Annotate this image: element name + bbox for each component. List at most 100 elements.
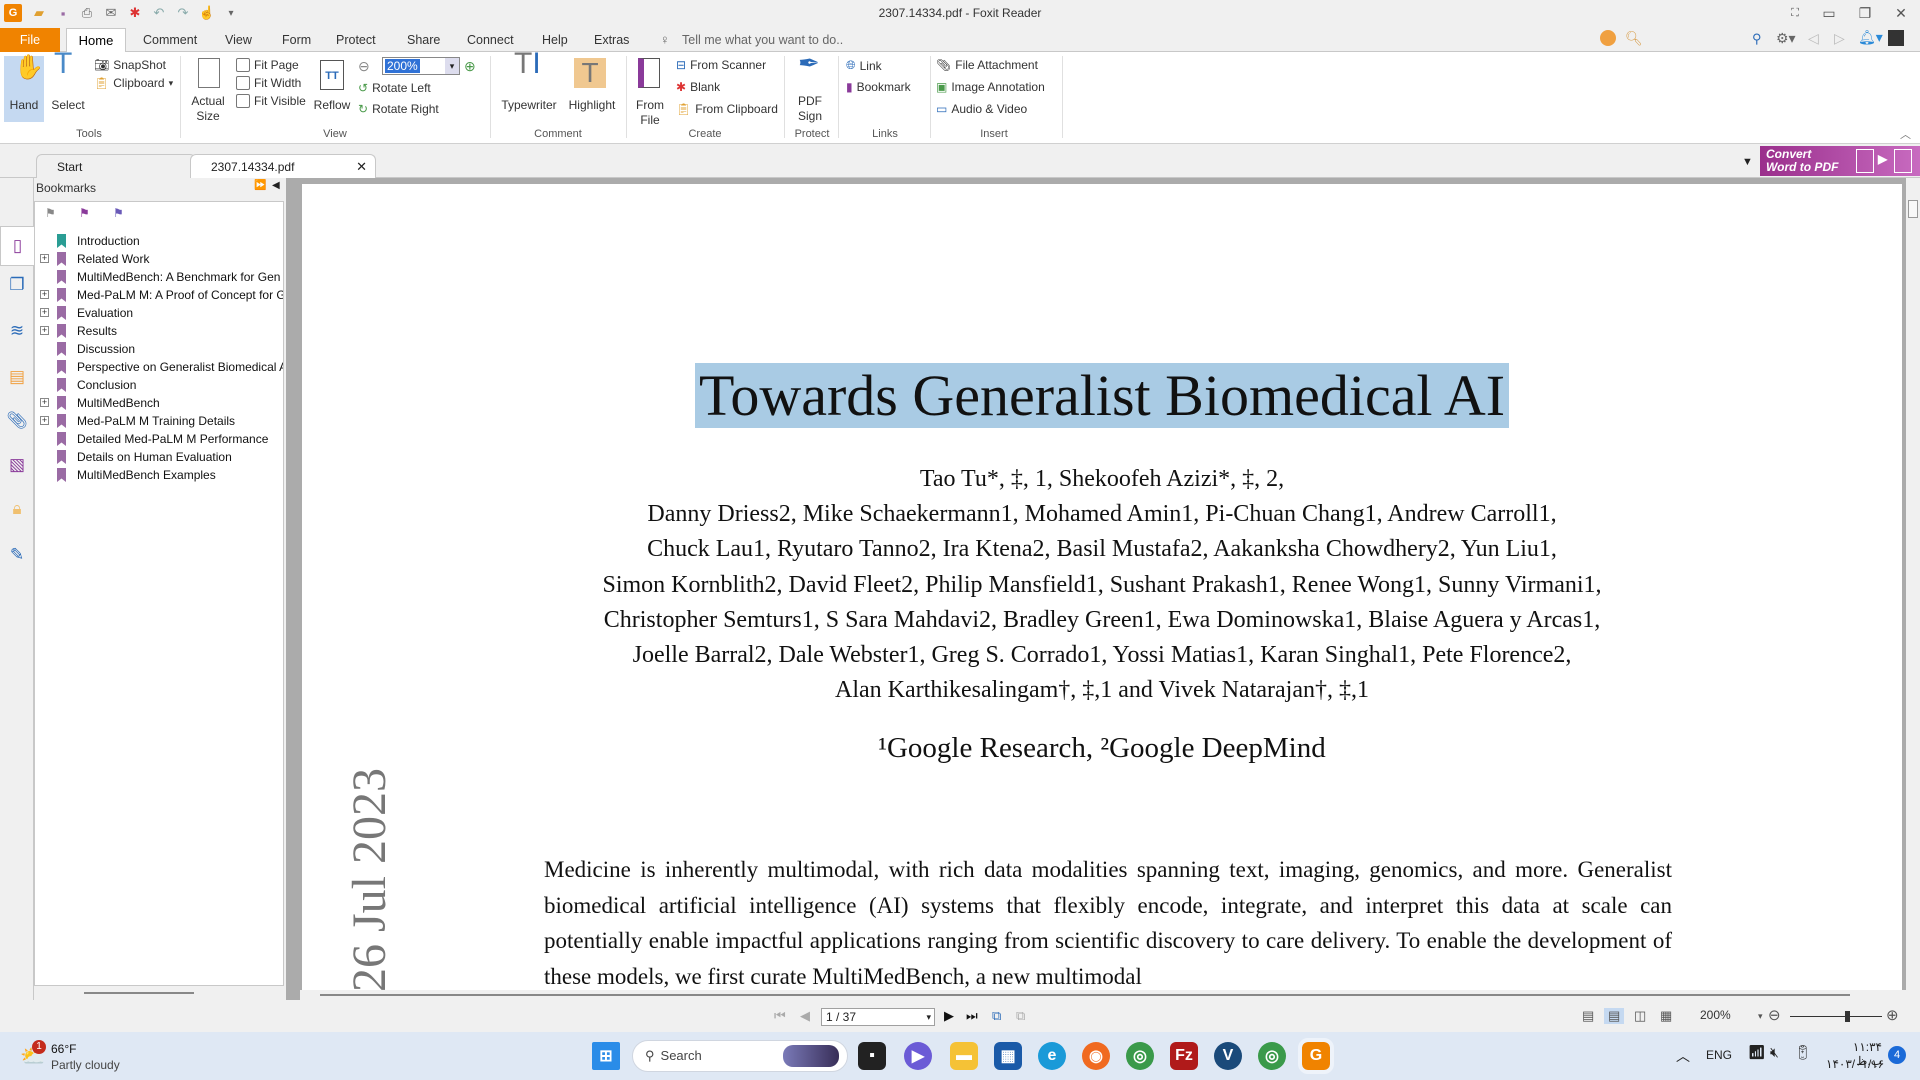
expand-bookmark-icon[interactable]: + (40, 326, 49, 335)
zoom-percentage[interactable]: 200% (1700, 1008, 1731, 1022)
tab-start[interactable]: Start (36, 154, 196, 178)
tab-view[interactable]: View (221, 28, 256, 52)
bookmark-item[interactable]: Detailed Med-PaLM M Performance (35, 430, 283, 448)
wifi-icon[interactable]: 📶︎ (1748, 1044, 1766, 1061)
bookmark-item[interactable]: Conclusion (35, 376, 283, 394)
highlight-button[interactable]: T Highlight (564, 56, 620, 113)
add-bookmark-icon[interactable]: ⚑ (79, 206, 90, 220)
bookmark-item[interactable]: MultiMedBench Examples (35, 466, 283, 484)
minimize-button[interactable]: ▭ (1814, 2, 1844, 24)
single-page-view-icon[interactable]: ▤ (1582, 1008, 1594, 1024)
tab-share[interactable]: Share (403, 28, 444, 52)
next-page-icon[interactable]: ▶ (944, 1008, 954, 1024)
bookmark-item[interactable]: + Evaluation (35, 304, 283, 322)
clipboard-button[interactable]: 📋︎ Clipboard ▾ (94, 76, 173, 90)
fit-page-button[interactable]: Fit Page (236, 58, 299, 72)
bookmark-item[interactable]: Introduction (35, 232, 283, 250)
notification-count-badge[interactable]: 4 (1888, 1046, 1906, 1064)
tell-me-search[interactable]: Tell me what you want to do.. (682, 33, 843, 47)
rotate-left-button[interactable]: ↺ Rotate Left (358, 81, 431, 95)
bookmark-item[interactable]: + Related Work (35, 250, 283, 268)
bookmark-item[interactable]: Details on Human Evaluation (35, 448, 283, 466)
settings-gear-icon[interactable]: ⚙▾ (1776, 30, 1796, 47)
security-lock-icon[interactable]: 🔒︎ (6, 498, 28, 520)
firefox-icon[interactable]: ◉ (1082, 1042, 1110, 1070)
vertical-scrollbar[interactable] (1906, 178, 1920, 990)
expand-panel-icon[interactable]: ⏩ (254, 180, 266, 191)
next-result-icon[interactable]: ▷ (1834, 30, 1845, 47)
close-button[interactable]: ✕ (1886, 2, 1916, 24)
zoom-out-icon[interactable]: ⊖ (358, 58, 370, 75)
expand-bookmark-icon[interactable]: + (40, 290, 49, 299)
zoom-in-icon[interactable]: ⊕ (1886, 1006, 1899, 1024)
signatures-panel-icon[interactable]: ▧ (6, 454, 28, 476)
pages-panel-icon[interactable]: ❐ (6, 274, 28, 296)
close-tab-icon[interactable]: ✕ (356, 155, 367, 179)
layers-panel-icon[interactable]: ≋ (6, 320, 28, 342)
vpn-app-icon[interactable]: V (1214, 1042, 1242, 1070)
zoom-out-icon[interactable]: ⊖ (1768, 1006, 1781, 1024)
next-view-icon[interactable]: ⧉ (1016, 1008, 1025, 1024)
collapse-ribbon-icon[interactable]: ︿ (1900, 126, 1911, 142)
tab-list-dropdown-icon[interactable]: ▼ (1742, 156, 1753, 168)
bookmark-item[interactable]: Discussion (35, 340, 283, 358)
fit-width-button[interactable]: Fit Width (236, 76, 301, 90)
zoom-level-dropdown[interactable]: 200% ▾ (382, 57, 460, 75)
comments-panel-icon[interactable]: ▤ (6, 366, 28, 388)
user-avatar-icon[interactable] (1888, 30, 1904, 46)
image-annotation-button[interactable]: ▣ Image Annotation (936, 80, 1045, 94)
chevron-down-icon[interactable]: ▾ (1758, 1011, 1763, 1022)
notification-bell-icon[interactable]: 🔔︎▾ (1858, 29, 1883, 46)
weather-description[interactable]: Partly cloudy (51, 1058, 120, 1072)
previous-page-icon[interactable]: ◀ (800, 1008, 810, 1024)
last-page-icon[interactable]: ⏭ (966, 1008, 978, 1024)
restore-button[interactable]: ❐ (1850, 2, 1880, 24)
edge-browser-icon[interactable]: e (1038, 1042, 1066, 1070)
favorite-icon[interactable] (1600, 30, 1616, 46)
bookmark-item[interactable]: + Results (35, 322, 283, 340)
link-button[interactable]: 🌐︎ Link (846, 58, 882, 73)
from-clipboard-button[interactable]: 📋︎ From Clipboard (676, 102, 778, 116)
continuous-facing-view-icon[interactable]: ▦ (1660, 1008, 1672, 1024)
page-number-value[interactable]: 1 / 37 (826, 1010, 856, 1024)
from-scanner-button[interactable]: ⊟ From Scanner (676, 58, 766, 72)
bookmark-button[interactable]: ▮ Bookmark (846, 80, 911, 94)
search-folder-icon[interactable]: 🔍︎ (1625, 30, 1643, 47)
battery-charging-icon[interactable]: 🔋︎ (1794, 1044, 1812, 1061)
language-indicator[interactable]: ENG (1706, 1048, 1732, 1062)
paper-title[interactable]: Towards Generalist Biomedical AI (302, 362, 1902, 429)
tab-document[interactable]: 2307.14334.pdf ✕ (190, 154, 376, 178)
bookmarks-hscrollbar[interactable] (84, 992, 194, 994)
previous-result-icon[interactable]: ◁ (1808, 30, 1819, 47)
document-view[interactable]: Towards Generalist Biomedical AI Tao Tu*… (300, 178, 1906, 990)
find-search-icon[interactable]: ⚲ (1752, 31, 1762, 47)
attachments-panel-icon[interactable]: 📎︎ (6, 410, 28, 432)
chrome-icon[interactable]: ◎ (1126, 1042, 1154, 1070)
speaker-muted-icon[interactable]: 🔇︎ (1770, 1044, 1779, 1061)
expand-bookmark-icon[interactable]: + (40, 308, 49, 317)
tab-connect[interactable]: Connect (463, 28, 518, 52)
fit-visible-button[interactable]: Fit Visible (236, 94, 306, 108)
file-attachment-button[interactable]: 📎︎ File Attachment (936, 58, 1038, 72)
zoom-level-value[interactable]: 200% (385, 59, 420, 73)
horizontal-scrollbar[interactable] (300, 990, 1906, 1000)
tab-file[interactable]: File (0, 28, 60, 52)
convert-word-to-pdf-banner[interactable]: Convert Word to PDF ▶ (1760, 146, 1920, 176)
tab-help[interactable]: Help (538, 28, 572, 52)
teams-chat-icon[interactable]: ▶ (904, 1042, 932, 1070)
clock-date[interactable]: ۱۴۰۳/۰۱/۱۶ (1826, 1057, 1884, 1071)
goto-bookmark-icon[interactable]: ⚑ (113, 206, 124, 220)
certify-pen-icon[interactable]: ✎ (6, 544, 28, 566)
filezilla-icon[interactable]: Fz (1170, 1042, 1198, 1070)
reflow-button[interactable]: TT Reflow (310, 56, 354, 113)
snapshot-button[interactable]: 📷︎ SnapShot (94, 58, 166, 72)
task-view-icon[interactable]: ▪ (858, 1042, 886, 1070)
tab-extras[interactable]: Extras (590, 28, 633, 52)
actual-size-button[interactable]: Actual Size (186, 56, 230, 124)
fullscreen-icon[interactable]: ⛶ (1780, 2, 1810, 24)
pdf-sign-button[interactable]: ✒ PDF Sign (788, 50, 832, 124)
tab-home[interactable]: Home (66, 28, 126, 53)
zoom-slider-thumb[interactable] (1845, 1011, 1851, 1022)
audio-video-button[interactable]: ▭ Audio & Video (936, 102, 1027, 116)
microsoft-store-icon[interactable]: ▦ (994, 1042, 1022, 1070)
